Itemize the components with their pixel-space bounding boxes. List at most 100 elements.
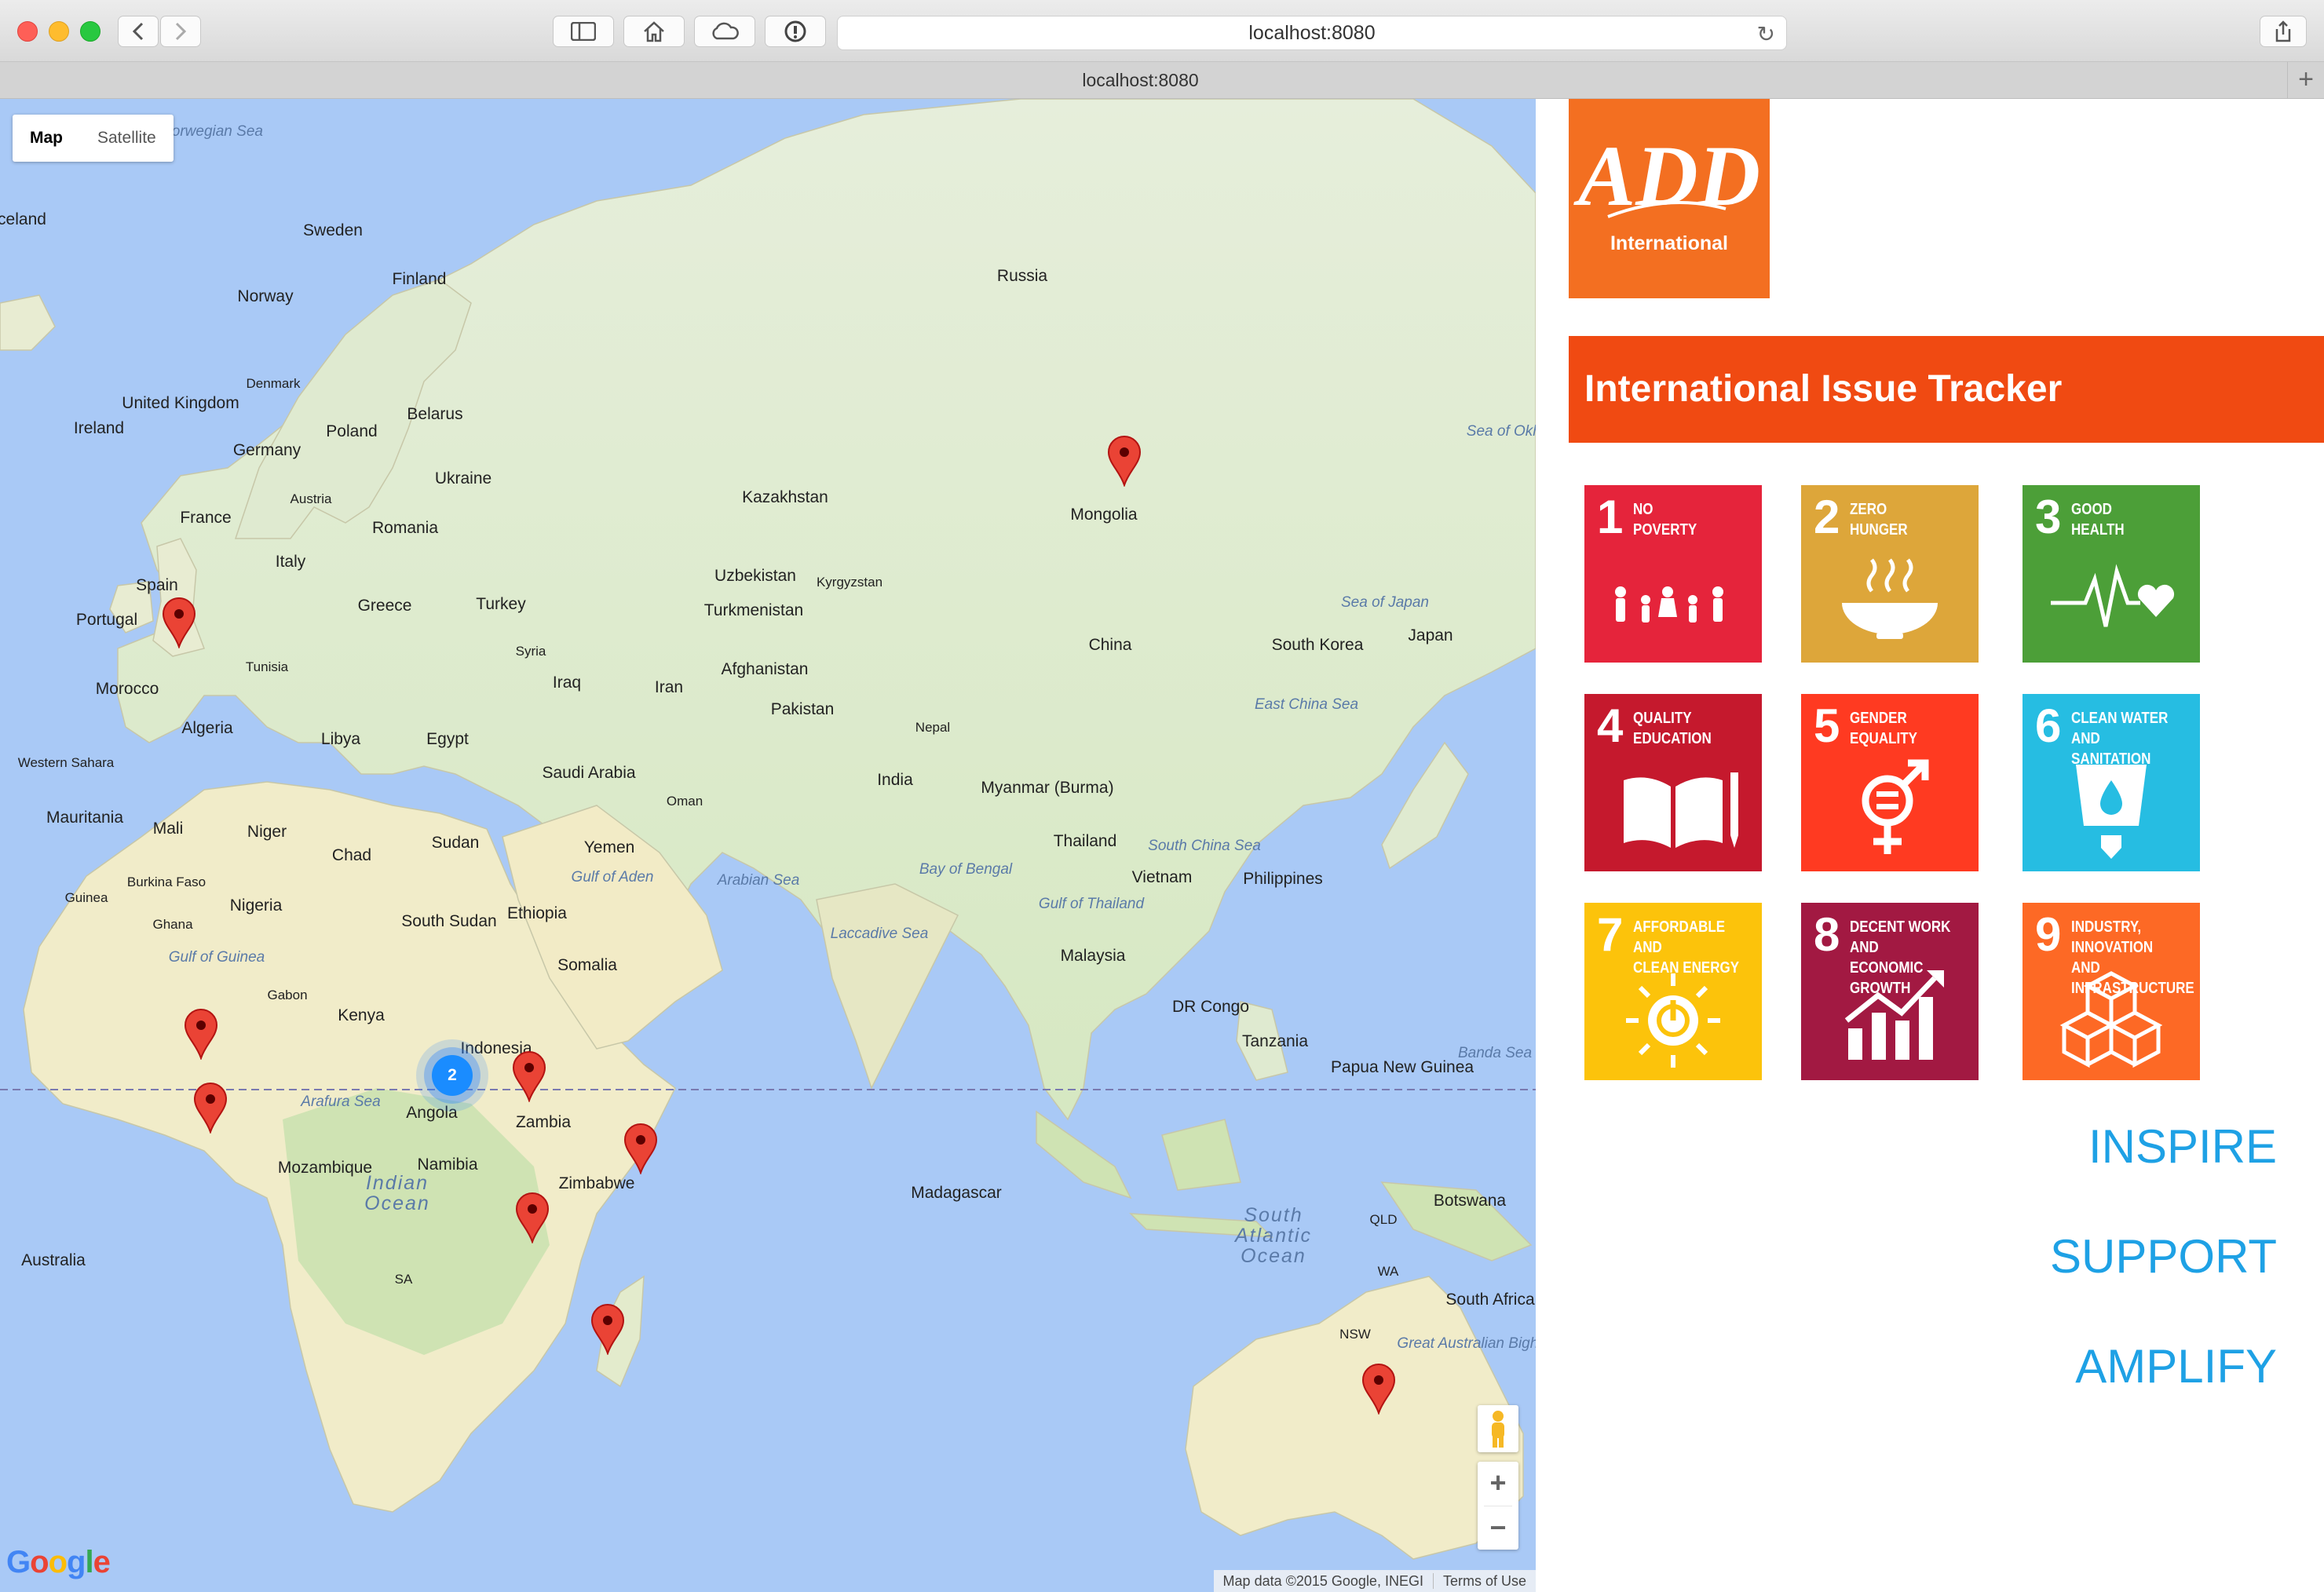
- sdg-tile-9[interactable]: 9 INDUSTRY, INNOVATION AND INFRASTRUCTURE: [2023, 903, 2200, 1080]
- map-label: Nigeria: [229, 896, 283, 915]
- sdg-number: 8: [1814, 908, 1840, 961]
- forward-button[interactable]: [160, 16, 201, 47]
- reload-icon[interactable]: ↻: [1757, 21, 1775, 47]
- map-label: Kenya: [338, 1006, 385, 1024]
- map-marker[interactable]: [515, 1192, 550, 1243]
- map-label: South China Sea: [1148, 838, 1261, 854]
- pegman-icon: [1492, 1411, 1504, 1448]
- map-type-satellite-button[interactable]: Satellite: [80, 115, 174, 162]
- map-label: Japan: [1408, 626, 1453, 644]
- map-marker[interactable]: [1107, 435, 1142, 487]
- window-minimize-button[interactable]: [49, 21, 69, 42]
- map-label: Tunisia: [245, 659, 289, 674]
- map-label: Burkina Faso: [126, 875, 206, 889]
- sidebar-toggle-button[interactable]: [553, 16, 614, 47]
- map-marker[interactable]: [193, 1082, 228, 1134]
- amplify-link[interactable]: AMPLIFY: [2075, 1339, 2277, 1393]
- world-map[interactable]: Norwegian Sea celand Sweden Finland Norway Ru…: [0, 99, 1536, 1592]
- map-label: NSW: [1339, 1327, 1371, 1342]
- new-tab-button[interactable]: +: [2287, 62, 2324, 98]
- map-label: Portugal: [75, 611, 138, 629]
- share-button[interactable]: [2260, 16, 2307, 47]
- window-close-button[interactable]: [17, 21, 38, 42]
- map-label: SA: [394, 1272, 413, 1287]
- map-label: Nepal: [915, 720, 951, 735]
- window-zoom-button[interactable]: [80, 21, 100, 42]
- map-label: South Atlantic Ocean: [1235, 1204, 1312, 1267]
- sdg-tile-3[interactable]: 3 GOOD HEALTH: [2023, 485, 2200, 663]
- sdg-title: GENDER EQUALITY: [1850, 710, 1917, 747]
- map-attribution: Map data ©2015 Google, INEGI Terms of Us…: [1213, 1570, 1536, 1592]
- sdg-title: DECENT WORK AND ECONOMIC GROWTH: [1850, 918, 1951, 997]
- map-label: Mauritania: [46, 809, 124, 827]
- map-label: Greece: [357, 597, 412, 615]
- share-icon: [2275, 20, 2291, 42]
- street-view-pegman[interactable]: [1478, 1405, 1518, 1452]
- sdg-tile-2[interactable]: 2 ZERO HUNGER: [1801, 485, 1979, 663]
- map-marker[interactable]: [512, 1050, 546, 1102]
- map-label: Turkey: [476, 595, 526, 613]
- map-label: Great Australian Bight: [1397, 1335, 1536, 1352]
- sdg-tile-4[interactable]: 4 QUALITY EDUCATION: [1584, 694, 1762, 871]
- map-label: Oman: [666, 794, 703, 809]
- map-marker[interactable]: [1361, 1363, 1396, 1415]
- map-label: Sea of Japan: [1341, 594, 1429, 611]
- map-marker[interactable]: [162, 597, 196, 648]
- support-link[interactable]: SUPPORT: [2050, 1229, 2277, 1283]
- map-type-map-button[interactable]: Map: [13, 115, 80, 162]
- back-button[interactable]: [118, 16, 159, 47]
- map-label: Australia: [21, 1251, 86, 1269]
- sdg-title: QUALITY EDUCATION: [1633, 710, 1712, 747]
- map-label: Mongolia: [1070, 506, 1138, 524]
- tab-bar: localhost:8080 +: [0, 62, 2324, 99]
- map-label: France: [180, 509, 232, 527]
- chevron-left-icon: [132, 22, 144, 41]
- zoom-in-button[interactable]: +: [1478, 1462, 1518, 1506]
- home-button[interactable]: [623, 16, 685, 47]
- map-label: Iran: [654, 678, 684, 696]
- map-marker[interactable]: [184, 1008, 218, 1060]
- sdg-title: ZERO HUNGER: [1850, 501, 1908, 539]
- sdg-tile-7[interactable]: 7 AFFORDABLE AND CLEAN ENERGY: [1584, 903, 1762, 1080]
- map-label: Gabon: [267, 988, 308, 1002]
- zoom-out-button[interactable]: −: [1478, 1506, 1518, 1550]
- map-label: Libya: [320, 730, 361, 748]
- sdg-number: 3: [2035, 491, 2062, 543]
- map-label: South Sudan: [401, 912, 497, 930]
- sdg-number: 7: [1597, 908, 1624, 961]
- address-bar[interactable]: localhost:8080 ↻: [837, 16, 1787, 50]
- sdg-title: AFFORDABLE AND CLEAN ENERGY: [1633, 918, 1740, 977]
- map-label: Arabian Sea: [717, 872, 800, 889]
- map-label: Laccadive Sea: [830, 926, 929, 942]
- map-label: Iraq: [552, 674, 582, 692]
- home-icon: [644, 21, 664, 42]
- marker-cluster[interactable]: 2: [432, 1055, 473, 1096]
- extension-button[interactable]: [765, 16, 826, 47]
- map-label: Somalia: [557, 956, 617, 974]
- sidebar: ADD International International Issue Tr…: [1537, 99, 2324, 1592]
- map-label: Italy: [275, 553, 306, 571]
- sdg-tile-5[interactable]: 5 GENDER EQUALITY: [1801, 694, 1979, 871]
- map-label: Egypt: [426, 730, 469, 748]
- map-label: Poland: [326, 422, 378, 440]
- info-circle-icon: [784, 20, 806, 42]
- sdg-tile-8[interactable]: 8 DECENT WORK AND ECONOMIC GROWTH: [1801, 903, 1979, 1080]
- add-international-logo[interactable]: ADD International: [1569, 99, 1770, 298]
- sdg-tile-6[interactable]: 6 CLEAN WATER AND SANITATION: [2023, 694, 2200, 871]
- cloud-icon: [712, 22, 739, 40]
- map-label: Romania: [371, 519, 439, 537]
- map-label: Ghana: [152, 917, 193, 932]
- tab-title[interactable]: localhost:8080: [0, 62, 2281, 98]
- sdg-tile-1[interactable]: 1 NO POVERTY: [1584, 485, 1762, 663]
- map-label: Madagascar: [911, 1184, 1002, 1202]
- terms-of-use-link[interactable]: Terms of Use: [1434, 1573, 1536, 1590]
- icloud-tabs-button[interactable]: [694, 16, 755, 47]
- inspire-link[interactable]: INSPIRE: [2088, 1119, 2277, 1174]
- map-marker[interactable]: [623, 1123, 658, 1174]
- map-marker[interactable]: [590, 1303, 625, 1355]
- map-label: Mali: [152, 820, 184, 838]
- map-label: Ireland: [73, 419, 125, 437]
- google-logo[interactable]: Google: [6, 1545, 111, 1580]
- logo-mark-text: ADD: [1573, 128, 1760, 224]
- map-label: Angola: [406, 1104, 458, 1122]
